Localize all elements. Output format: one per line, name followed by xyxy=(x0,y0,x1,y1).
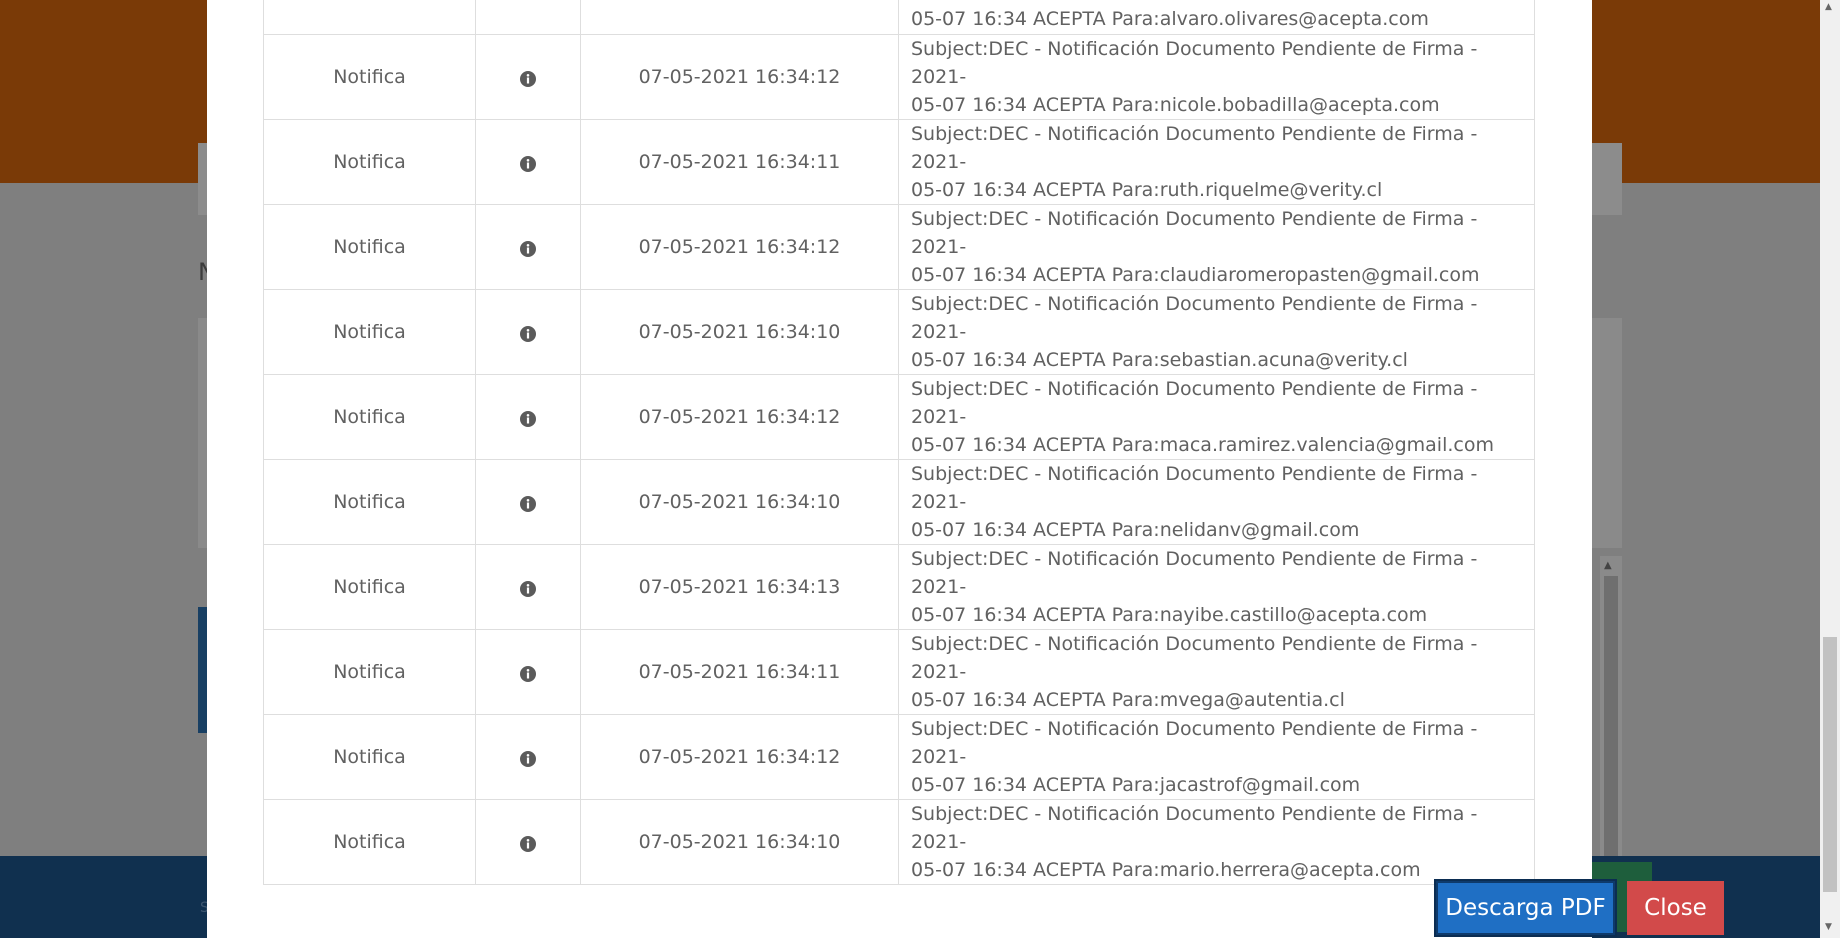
log-info-cell xyxy=(475,34,581,120)
log-detail-recipient: 05-07 16:34 ACEPTA Para:mvega@autentia.c… xyxy=(911,689,1345,711)
log-type-cell: Notifica xyxy=(263,289,476,375)
log-info-cell xyxy=(475,799,581,885)
log-detail-subject: Subject:DEC - Notificación Documento Pen… xyxy=(911,463,1478,513)
log-detail-cell: Subject:DEC - Notificación Documento Pen… xyxy=(898,544,1535,630)
log-detail-cell: Subject:DEC - Notificación Documento Pen… xyxy=(898,714,1535,800)
log-row: Notifica 07-05-2021 16:34:12 Subject:DEC -… xyxy=(263,204,1535,290)
log-info-cell xyxy=(475,204,581,290)
log-detail-cell: Subject:DEC - Notificación Documento Pen… xyxy=(898,204,1535,290)
log-detail-subject: Subject:DEC - Notificación Documento Pen… xyxy=(911,718,1478,768)
log-date-cell: 07-05-2021 16:34:10 xyxy=(580,459,899,545)
log-detail-cell: Subject:DEC - Notificación Documento Pen… xyxy=(898,374,1535,460)
log-detail-recipient: 05-07 16:34 ACEPTA Para:nayibe.castillo@… xyxy=(911,604,1428,626)
log-detail-cell: 05-07 16:34 ACEPTA Para:alvaro.olivares@… xyxy=(898,0,1535,35)
log-type-cell: Notifica xyxy=(263,119,476,205)
info-circle-icon[interactable] xyxy=(520,410,536,427)
log-info-cell xyxy=(475,0,581,35)
log-type-cell: Notifica xyxy=(263,629,476,715)
log-detail-cell: Subject:DEC - Notificación Documento Pen… xyxy=(898,289,1535,375)
log-detail-recipient: 05-07 16:34 ACEPTA Para:maca.ramirez.val… xyxy=(911,434,1494,456)
log-date-cell: 07-05-2021 16:34:11 xyxy=(580,629,899,715)
info-circle-icon[interactable] xyxy=(520,750,536,767)
log-date-cell xyxy=(580,0,899,35)
info-circle-icon[interactable] xyxy=(520,835,536,852)
info-circle-icon[interactable] xyxy=(520,70,536,87)
info-circle-icon[interactable] xyxy=(520,325,536,342)
log-row: Notifica 07-05-2021 16:34:10 Subject:DEC -… xyxy=(263,799,1535,885)
info-circle-icon[interactable] xyxy=(520,240,536,257)
close-button[interactable]: Close xyxy=(1627,881,1724,935)
scroll-up-arrow-icon[interactable]: ▲ xyxy=(1825,2,1832,12)
log-modal: 05-07 16:34 ACEPTA Para:alvaro.olivares@… xyxy=(207,0,1724,938)
log-info-cell xyxy=(475,629,581,715)
log-info-cell xyxy=(475,459,581,545)
log-type-cell: Notifica xyxy=(263,714,476,800)
log-type-cell: Notifica xyxy=(263,459,476,545)
download-pdf-button[interactable]: Descarga PDF xyxy=(1434,879,1617,937)
log-detail-recipient: 05-07 16:34 ACEPTA Para:nelidanv@gmail.c… xyxy=(911,519,1360,541)
log-info-cell xyxy=(475,289,581,375)
log-detail-cell: Subject:DEC - Notificación Documento Pen… xyxy=(898,119,1535,205)
log-info-cell xyxy=(475,374,581,460)
log-date-cell: 07-05-2021 16:34:12 xyxy=(580,204,899,290)
log-detail-cell: Subject:DEC - Notificación Documento Pen… xyxy=(898,34,1535,120)
log-date-cell: 07-05-2021 16:34:11 xyxy=(580,119,899,205)
log-type-cell: Notifica xyxy=(263,374,476,460)
page-scrollbar[interactable]: ▲ ▼ xyxy=(1820,0,1840,938)
log-row: Notifica 07-05-2021 16:34:12 Subject:DEC -… xyxy=(263,374,1535,460)
log-row: Notifica 07-05-2021 16:34:12 Subject:DEC -… xyxy=(263,34,1535,120)
info-circle-icon[interactable] xyxy=(520,495,536,512)
scroll-up-icon: ▲ xyxy=(1604,560,1612,571)
log-row: Notifica 07-05-2021 16:34:13 Subject:DEC -… xyxy=(263,544,1535,630)
log-detail-cell: Subject:DEC - Notificación Documento Pen… xyxy=(898,459,1535,545)
log-detail-text: 05-07 16:34 ACEPTA Para:alvaro.olivares@… xyxy=(911,8,1429,30)
log-date-cell: 07-05-2021 16:34:12 xyxy=(580,714,899,800)
log-date-cell: 07-05-2021 16:34:10 xyxy=(580,799,899,885)
log-type-cell: Notifica xyxy=(263,204,476,290)
info-circle-icon[interactable] xyxy=(520,155,536,172)
log-row: Notifica 07-05-2021 16:34:10 Subject:DEC -… xyxy=(263,459,1535,545)
log-detail-subject: Subject:DEC - Notificación Documento Pen… xyxy=(911,293,1478,343)
log-info-cell xyxy=(475,714,581,800)
info-circle-icon[interactable] xyxy=(520,580,536,597)
log-detail-subject: Subject:DEC - Notificación Documento Pen… xyxy=(911,633,1478,683)
notification-log-table: 05-07 16:34 ACEPTA Para:alvaro.olivares@… xyxy=(263,0,1535,885)
log-info-cell xyxy=(475,544,581,630)
log-detail-recipient: 05-07 16:34 ACEPTA Para:ruth.riquelme@ve… xyxy=(911,179,1383,201)
log-detail-recipient: 05-07 16:34 ACEPTA Para:mario.herrera@ac… xyxy=(911,859,1421,881)
log-detail-subject: Subject:DEC - Notificación Documento Pen… xyxy=(911,208,1478,258)
inner-scroll-area: ▲ xyxy=(1600,556,1622,856)
log-row: Notifica 07-05-2021 16:34:11 Subject:DEC -… xyxy=(263,119,1535,205)
log-type-cell: Notifica xyxy=(263,544,476,630)
log-detail-cell: Subject:DEC - Notificación Documento Pen… xyxy=(898,799,1535,885)
log-detail-subject: Subject:DEC - Notificación Documento Pen… xyxy=(911,803,1478,853)
scroll-down-arrow-icon[interactable]: ▼ xyxy=(1825,922,1832,932)
log-detail-recipient: 05-07 16:34 ACEPTA Para:jacastrof@gmail.… xyxy=(911,774,1361,796)
log-row: Notifica 07-05-2021 16:34:12 Subject:DEC -… xyxy=(263,714,1535,800)
log-row: Notifica 07-05-2021 16:34:10 Subject:DEC -… xyxy=(263,289,1535,375)
log-type-cell: Notifica xyxy=(263,799,476,885)
log-info-cell xyxy=(475,119,581,205)
log-date-cell: 07-05-2021 16:34:12 xyxy=(580,34,899,120)
log-detail-recipient: 05-07 16:34 ACEPTA Para:claudiaromeropas… xyxy=(911,264,1480,286)
log-detail-subject: Subject:DEC - Notificación Documento Pen… xyxy=(911,548,1478,598)
log-type-cell: Notifica xyxy=(263,34,476,120)
log-date-cell: 07-05-2021 16:34:13 xyxy=(580,544,899,630)
log-type-cell xyxy=(263,0,476,35)
log-detail-recipient: 05-07 16:34 ACEPTA Para:nicole.bobadilla… xyxy=(911,94,1440,116)
log-detail-subject: Subject:DEC - Notificación Documento Pen… xyxy=(911,123,1478,173)
log-date-cell: 07-05-2021 16:34:12 xyxy=(580,374,899,460)
log-date-cell: 07-05-2021 16:34:10 xyxy=(580,289,899,375)
log-detail-recipient: 05-07 16:34 ACEPTA Para:sebastian.acuna@… xyxy=(911,349,1408,371)
page-scroll-thumb[interactable] xyxy=(1823,637,1837,892)
log-detail-subject: Subject:DEC - Notificación Documento Pen… xyxy=(911,378,1478,428)
inner-scroll-thumb xyxy=(1604,576,1618,856)
log-row: 05-07 16:34 ACEPTA Para:alvaro.olivares@… xyxy=(263,0,1535,35)
log-detail-subject: Subject:DEC - Notificación Documento Pen… xyxy=(911,38,1478,88)
log-detail-cell: Subject:DEC - Notificación Documento Pen… xyxy=(898,629,1535,715)
info-circle-icon[interactable] xyxy=(520,665,536,682)
log-row: Notifica 07-05-2021 16:34:11 Subject:DEC -… xyxy=(263,629,1535,715)
